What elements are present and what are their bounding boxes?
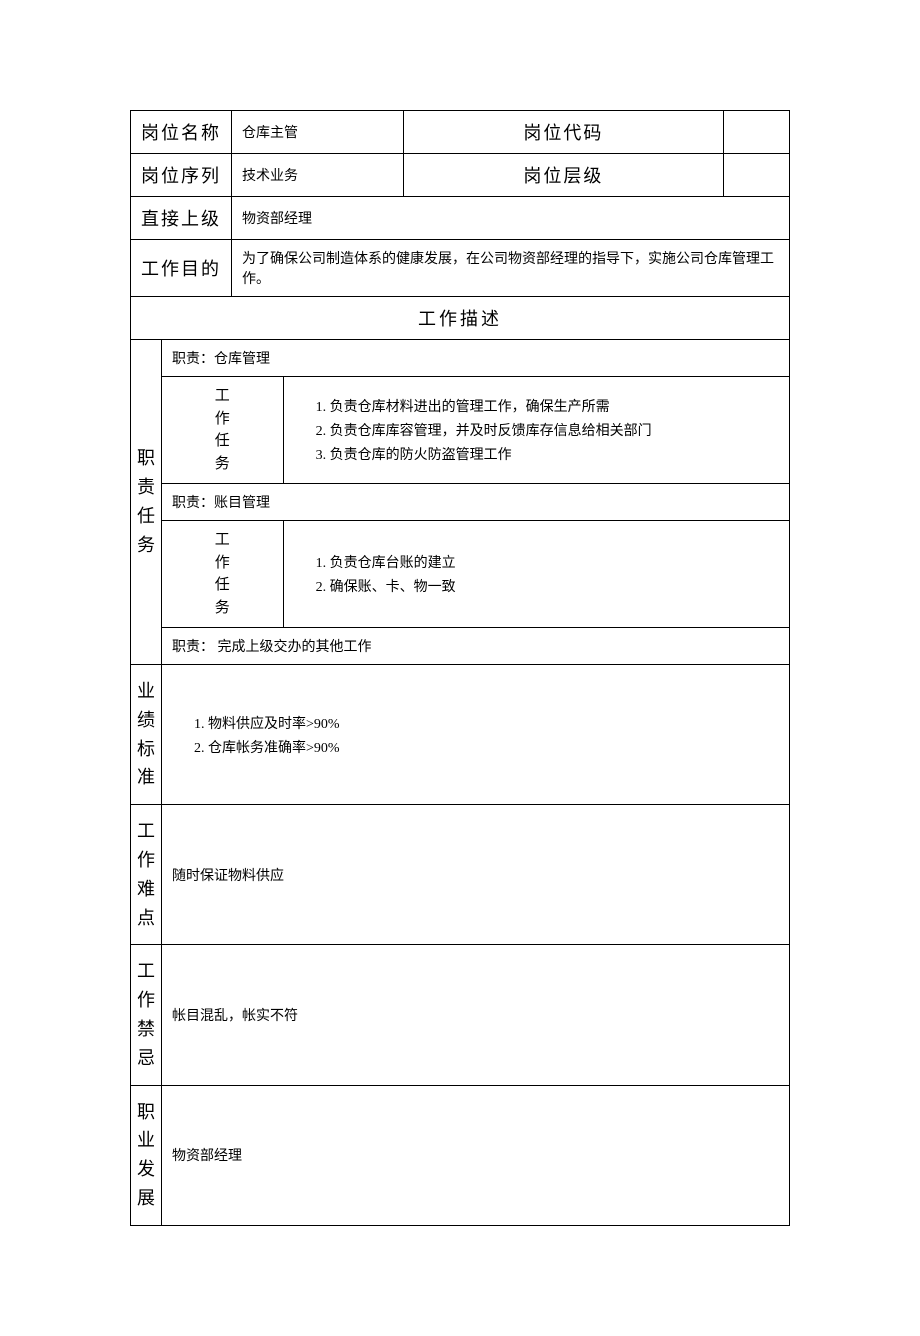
position-name-value: 仓库主管 bbox=[232, 111, 404, 154]
difficulty-value: 随时保证物料供应 bbox=[162, 805, 790, 945]
list-item: 负责仓库的防火防盗管理工作 bbox=[306, 442, 779, 466]
career-label: 职业发展 bbox=[131, 1085, 162, 1225]
task-label-2: 工作任务 bbox=[162, 521, 284, 628]
duty-2-tasks: 负责仓库台账的建立确保账、卡、物一致 bbox=[283, 521, 789, 628]
duty-2-title: 职责：账目管理 bbox=[162, 484, 790, 521]
list-item: 仓库帐务准确率>90% bbox=[184, 735, 779, 759]
supervisor-label: 直接上级 bbox=[131, 197, 232, 240]
position-level-label: 岗位层级 bbox=[404, 154, 723, 197]
list-item: 物料供应及时率>90% bbox=[184, 711, 779, 735]
perf-label: 业绩标准 bbox=[131, 665, 162, 805]
position-name-label: 岗位名称 bbox=[131, 111, 232, 154]
supervisor-value: 物资部经理 bbox=[232, 197, 790, 240]
position-code-value bbox=[723, 111, 789, 154]
career-value: 物资部经理 bbox=[162, 1085, 790, 1225]
list-item: 负责仓库材料进出的管理工作，确保生产所需 bbox=[306, 394, 779, 418]
list-item: 负责仓库台账的建立 bbox=[306, 550, 779, 574]
job-desc-title: 工作描述 bbox=[131, 297, 790, 340]
duty-1-title: 职责：仓库管理 bbox=[162, 340, 790, 377]
position-series-value: 技术业务 bbox=[232, 154, 404, 197]
job-description-table: 岗位名称 仓库主管 岗位代码 岗位序列 技术业务 岗位层级 直接上级 物资部经理… bbox=[130, 110, 790, 1226]
taboo-value: 帐目混乱，帐实不符 bbox=[162, 945, 790, 1085]
difficulty-label: 工作难点 bbox=[131, 805, 162, 945]
taboo-label: 工作禁忌 bbox=[131, 945, 162, 1085]
purpose-label: 工作目的 bbox=[131, 240, 232, 297]
task-label-1: 工作任务 bbox=[162, 377, 284, 484]
list-item: 确保账、卡、物一致 bbox=[306, 574, 779, 598]
duty-1-tasks: 负责仓库材料进出的管理工作，确保生产所需负责仓库库容管理，并及时反馈库存信息给相… bbox=[283, 377, 789, 484]
position-code-label: 岗位代码 bbox=[404, 111, 723, 154]
perf-items: 物料供应及时率>90%仓库帐务准确率>90% bbox=[162, 665, 790, 805]
list-item: 负责仓库库容管理，并及时反馈库存信息给相关部门 bbox=[306, 418, 779, 442]
duty-label: 职责任务 bbox=[131, 340, 162, 665]
position-series-label: 岗位序列 bbox=[131, 154, 232, 197]
purpose-value: 为了确保公司制造体系的健康发展，在公司物资部经理的指导下，实施公司仓库管理工作。 bbox=[232, 240, 790, 297]
duty-3-title: 职责： 完成上级交办的其他工作 bbox=[162, 628, 790, 665]
position-level-value bbox=[723, 154, 789, 197]
